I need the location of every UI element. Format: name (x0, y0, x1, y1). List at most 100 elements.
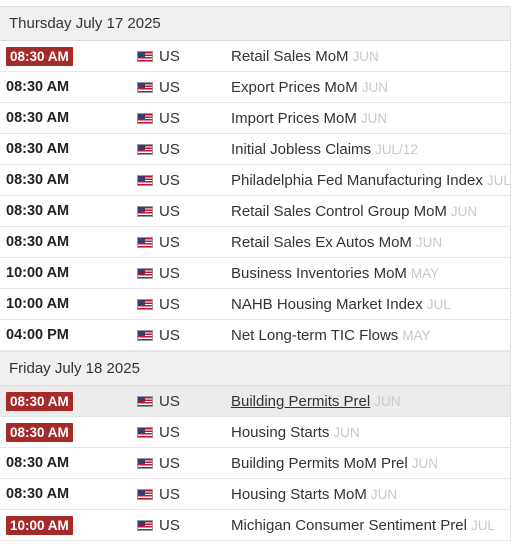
event-row[interactable]: 08:30 AM US Export Prices MoM JUN (0, 72, 510, 103)
event-time: 08:30 AM (6, 422, 73, 442)
event-name[interactable]: Initial Jobless Claims (231, 141, 371, 158)
us-flag-icon (137, 427, 153, 438)
event-row[interactable]: 08:30 AM US Housing Starts JUN (0, 417, 510, 448)
event-country: US (159, 423, 180, 441)
event-time: 08:30 AM (6, 203, 70, 219)
event-row[interactable]: 08:30 AM US Building Permits MoM Prel JUN (0, 448, 510, 479)
event-name[interactable]: Net Long-term TIC Flows (231, 327, 398, 344)
event-name-link[interactable]: Business Inventories MoM MAY (231, 265, 439, 282)
event-name[interactable]: Philadelphia Fed Manufacturing Index (231, 172, 483, 189)
event-name[interactable]: Building Permits MoM Prel (231, 455, 408, 472)
event-name[interactable]: Import Prices MoM (231, 110, 357, 127)
event-country: US (159, 454, 180, 472)
event-period: JUN (450, 203, 478, 219)
event-time: 08:30 AM (6, 172, 70, 188)
event-row[interactable]: 08:30 AM US Import Prices MoM JUN (0, 103, 510, 134)
event-time: 08:30 AM (6, 234, 70, 250)
event-name[interactable]: Business Inventories MoM (231, 265, 407, 282)
event-time: 08:30 AM (6, 110, 70, 126)
event-time: 04:00 PM (6, 327, 69, 343)
event-period: JUL/12 (375, 141, 418, 157)
event-name[interactable]: Housing Starts MoM (231, 486, 367, 503)
event-row[interactable]: 10:00 AM US Business Inventories MoM MAY (0, 258, 510, 289)
event-name[interactable]: Housing Starts (231, 424, 329, 441)
event-row[interactable]: 08:30 AM US Retail Sales Ex Autos MoM JUN (0, 227, 510, 258)
event-time: 10:00 AM (6, 515, 73, 535)
event-period: JUN (370, 486, 398, 502)
day-header: Friday July 18 2025 (0, 351, 510, 386)
event-name[interactable]: Retail Sales Control Group MoM (231, 203, 447, 220)
event-period: JUN (411, 455, 438, 471)
us-flag-icon (137, 396, 153, 407)
event-row[interactable]: 08:30 AM US Housing Starts MoM JUN (0, 479, 510, 510)
event-name[interactable]: Retail Sales MoM (231, 48, 349, 65)
event-period: JUN (361, 79, 388, 95)
us-flag-icon (137, 520, 153, 531)
event-name[interactable]: Export Prices MoM (231, 79, 358, 96)
us-flag-icon (137, 299, 153, 310)
event-name-link[interactable]: Building Permits MoM Prel JUN (231, 455, 438, 472)
event-country: US (159, 485, 180, 503)
event-period: JUN (333, 424, 360, 440)
us-flag-icon (137, 206, 153, 217)
event-time: 08:30 AM (6, 46, 73, 66)
event-time: 08:30 AM (6, 391, 73, 411)
event-country: US (159, 78, 180, 96)
us-flag-icon (137, 458, 153, 469)
event-country: US (159, 516, 180, 534)
event-name-link[interactable]: Retail Sales Ex Autos MoM JUN (231, 234, 442, 251)
us-flag-icon (137, 489, 153, 500)
event-name-link[interactable]: Initial Jobless Claims JUL/12 (231, 141, 418, 158)
us-flag-icon (137, 113, 153, 124)
event-name[interactable]: NAHB Housing Market Index (231, 296, 423, 313)
event-row[interactable]: 08:30 AM US Initial Jobless Claims JUL/12 (0, 134, 510, 165)
event-time: 08:30 AM (6, 455, 70, 471)
event-name-link[interactable]: Housing Starts MoM JUN (231, 486, 397, 503)
economic-calendar: Thursday July 17 2025 08:30 AM US Retail Sa… (0, 6, 511, 541)
event-time: 08:30 AM (6, 141, 70, 157)
us-flag-icon (137, 144, 153, 155)
event-name[interactable]: Michigan Consumer Sentiment Prel (231, 517, 467, 534)
event-period: JUL (470, 517, 495, 533)
event-name-link[interactable]: Retail Sales MoM JUN (231, 48, 379, 65)
event-time: 10:00 AM (6, 296, 70, 312)
event-country: US (159, 326, 180, 344)
event-row[interactable]: 08:30 AM US Retail Sales MoM JUN (0, 41, 510, 72)
event-time: 08:30 AM (6, 79, 70, 95)
event-row[interactable]: 04:00 PM US Net Long-term TIC Flows MAY (0, 320, 510, 351)
us-flag-icon (137, 268, 153, 279)
event-name-link[interactable]: Import Prices MoM JUN (231, 110, 387, 127)
event-period: MAY (410, 265, 440, 281)
event-period: JUL (426, 296, 451, 312)
event-name-link[interactable]: Retail Sales Control Group MoM JUN (231, 203, 477, 220)
event-country: US (159, 47, 180, 65)
event-period: JUN (352, 48, 379, 64)
event-name-link[interactable]: NAHB Housing Market Index JUL (231, 296, 451, 313)
event-row[interactable]: 10:00 AM US NAHB Housing Market Index JUL (0, 289, 510, 320)
event-row[interactable]: 08:30 AM US Retail Sales Control Group MoM… (0, 196, 510, 227)
event-name[interactable]: Building Permits Prel (231, 393, 370, 410)
event-name-link[interactable]: Export Prices MoM JUN (231, 79, 388, 96)
event-period: JUN (360, 110, 388, 126)
event-name-link[interactable]: Michigan Consumer Sentiment Prel JUL (231, 517, 495, 534)
event-period: MAY (402, 327, 431, 343)
us-flag-icon (137, 175, 153, 186)
event-name-link[interactable]: Net Long-term TIC Flows MAY (231, 327, 431, 344)
event-row[interactable]: 10:00 AM US Michigan Consumer Sentiment Pr… (0, 510, 510, 541)
event-country: US (159, 392, 180, 410)
event-name-link[interactable]: Housing Starts JUN (231, 424, 360, 441)
event-name-link[interactable]: Philadelphia Fed Manufacturing Index JUL (231, 172, 511, 189)
event-name-link[interactable]: Building Permits Prel JUN (231, 393, 400, 410)
us-flag-icon (137, 51, 153, 62)
event-country: US (159, 171, 180, 189)
event-name[interactable]: Retail Sales Ex Autos MoM (231, 234, 412, 251)
us-flag-icon (137, 237, 153, 248)
event-country: US (159, 202, 180, 220)
event-period: JUN (374, 393, 401, 409)
event-time: 08:30 AM (6, 486, 70, 502)
event-country: US (159, 140, 180, 158)
event-time: 10:00 AM (6, 265, 70, 281)
event-row[interactable]: 08:30 AM US Philadelphia Fed Manufacturing… (0, 165, 511, 196)
us-flag-icon (137, 82, 153, 93)
event-row[interactable]: 08:30 AM US Building Permits Prel JUN (0, 386, 510, 417)
